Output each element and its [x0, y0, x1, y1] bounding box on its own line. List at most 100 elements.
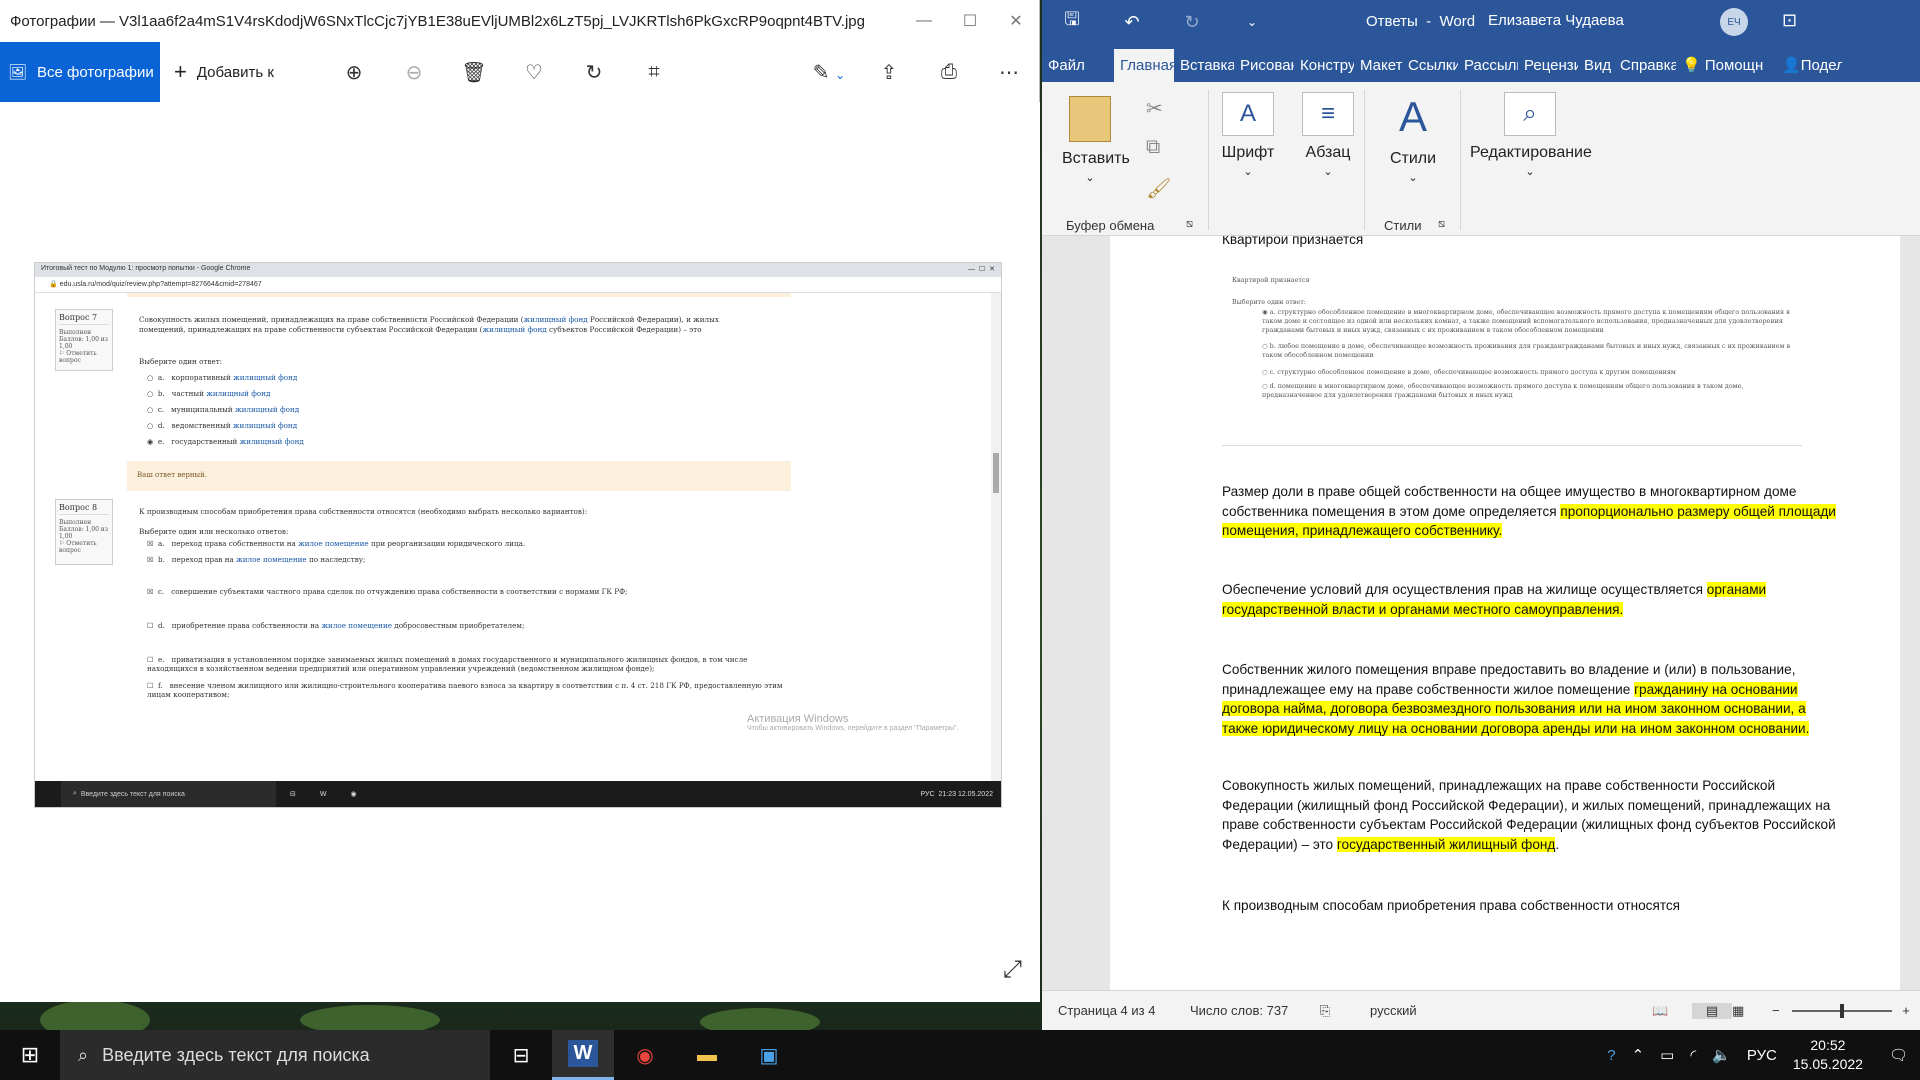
all-photos-button[interactable]: 🖼 Все фотографии: [0, 42, 160, 102]
ribbon-display-icon[interactable]: ⊡: [1782, 10, 1797, 31]
option-checkbox[interactable]: ☒ b. переход прав на жилое помещение по …: [147, 555, 365, 564]
close-icon[interactable]: ✕: [993, 11, 1039, 31]
flag-question[interactable]: ⚐ Отметить вопрос: [59, 350, 109, 364]
chrome-app-icon[interactable]: ◉: [614, 1030, 676, 1080]
option-checkbox[interactable]: ☐ f. внесение членом жилищного или жилищ…: [147, 681, 787, 699]
tab-view[interactable]: Вид: [1578, 57, 1614, 82]
option-checkbox[interactable]: ☐ e. приватизация в установленном порядк…: [147, 655, 787, 673]
paragraph-button[interactable]: ≡ Абзац ⌄: [1298, 92, 1358, 180]
language-indicator[interactable]: русский: [1370, 1003, 1450, 1018]
page-count[interactable]: Страница 4 из 4: [1058, 1003, 1178, 1018]
format-painter-icon[interactable]: 🖌: [1146, 176, 1171, 201]
word-count[interactable]: Число слов: 737: [1190, 1003, 1320, 1018]
clock[interactable]: 20:52 15.05.2022: [1793, 1036, 1863, 1074]
flag-question[interactable]: ⚐ Отметить вопрос: [59, 540, 109, 554]
option-checkbox[interactable]: ☒ a. переход права собственности на жило…: [147, 539, 525, 548]
language-indicator[interactable]: РУС: [1747, 1047, 1777, 1064]
zoom-thumb[interactable]: [1840, 1003, 1844, 1018]
option-radio-selected[interactable]: ◉ e. государственный жилищный фонд: [147, 437, 304, 446]
option-radio[interactable]: ○ b. частный жилищный фонд: [147, 389, 270, 398]
photos-app-icon[interactable]: ▣: [738, 1030, 800, 1080]
watermark-subtitle: Чтобы активировать Windows, перейдите в …: [747, 725, 959, 732]
option-radio[interactable]: ○ d. ведомственный жилищный фонд: [147, 421, 297, 430]
wifi-icon[interactable]: ◜: [1690, 1046, 1696, 1064]
font-button[interactable]: A Шрифт ⌄: [1218, 92, 1278, 180]
proofing-icon[interactable]: ⎘: [1320, 1003, 1370, 1019]
question-status: Выполнен: [59, 519, 92, 526]
windows-start-icon[interactable]: ⊞: [0, 1030, 60, 1080]
tab-file[interactable]: Файл: [1042, 57, 1114, 82]
styles-launcher-icon[interactable]: ⧅: [1438, 218, 1445, 231]
tab-review[interactable]: Рецензи: [1518, 57, 1578, 82]
tab-layout[interactable]: Макет: [1354, 57, 1402, 82]
lightbulb-icon: 💡: [1682, 57, 1701, 74]
option-radio[interactable]: ○ c. муниципальный жилищный фонд: [147, 405, 299, 414]
tab-help[interactable]: Справка: [1614, 57, 1676, 82]
ribbon-tabs: Файл Главная Вставка Рисован Констру Мак…: [1042, 44, 1920, 82]
add-to-label: Добавить к: [196, 63, 274, 81]
read-mode-icon[interactable]: 📖: [1652, 1003, 1692, 1019]
cut-icon[interactable]: ✂: [1146, 96, 1163, 121]
chevron-up-icon[interactable]: ⌃: [1632, 1046, 1645, 1064]
plus-icon: +: [174, 59, 187, 84]
edit-icon[interactable]: ✎ ⌄: [799, 60, 859, 85]
maximize-icon[interactable]: ☐: [947, 11, 993, 31]
editing-button[interactable]: ⌕ Редактирование ⌄: [1470, 92, 1592, 180]
copy-icon[interactable]: ⧉: [1146, 136, 1160, 159]
option-checkbox[interactable]: ☐ d. приобретение права собственности на…: [147, 621, 524, 630]
tab-share[interactable]: 👤Подел: [1776, 56, 1842, 82]
option-checkbox[interactable]: ☒ c. совершение субъектами частного прав…: [147, 587, 627, 596]
web-layout-icon[interactable]: ▦: [1732, 1003, 1772, 1019]
tab-references[interactable]: Ссылки: [1402, 57, 1458, 82]
help-icon[interactable]: ?: [1607, 1047, 1615, 1064]
question-number: Вопрос 7: [59, 313, 109, 325]
print-layout-icon[interactable]: ▤: [1692, 1002, 1732, 1019]
fullscreen-icon[interactable]: ⤢: [1003, 956, 1022, 984]
option-radio[interactable]: ○ a. корпоративный жилищный фонд: [147, 373, 297, 382]
print-icon[interactable]: ⎙: [919, 61, 979, 84]
notifications-icon[interactable]: 🗨: [1889, 1046, 1908, 1064]
avatar[interactable]: ЕЧ: [1720, 8, 1748, 36]
search-placeholder: Введите здесь текст для поиска: [102, 1044, 370, 1065]
tab-mailings[interactable]: Рассылк: [1458, 57, 1518, 82]
tab-draw[interactable]: Рисован: [1234, 57, 1294, 82]
styles-button[interactable]: A Стили ⌄: [1378, 92, 1448, 186]
zoom-in-button[interactable]: +: [1892, 1003, 1920, 1018]
battery-icon[interactable]: ▭: [1660, 1046, 1674, 1064]
add-to-button[interactable]: + Добавить к: [174, 59, 324, 85]
redo-icon[interactable]: ↻: [1162, 12, 1222, 33]
clipboard-launcher-icon[interactable]: ⧅: [1186, 218, 1193, 231]
tab-home[interactable]: Главная: [1114, 49, 1174, 82]
tab-assistant[interactable]: 💡 Помощн: [1676, 56, 1776, 82]
file-explorer-icon[interactable]: ▬: [676, 1030, 738, 1080]
qat-customize-icon[interactable]: ⌄: [1222, 15, 1282, 29]
word-app-icon[interactable]: W: [552, 1030, 614, 1080]
task-view-icon[interactable]: ⊟: [490, 1030, 552, 1080]
crop-icon[interactable]: ⌗: [624, 61, 684, 84]
inner-tray: РУС 21:23 12.05.2022: [920, 790, 993, 798]
user-name[interactable]: Елизавета Чудаева: [1488, 12, 1624, 29]
share-icon[interactable]: ⇪: [859, 60, 919, 85]
taskbar-search[interactable]: ⌕ Введите здесь текст для поиска: [60, 1030, 490, 1080]
paste-button[interactable]: Вставить ⌄: [1062, 96, 1130, 186]
tab-insert[interactable]: Вставка: [1174, 57, 1234, 82]
volume-icon[interactable]: 🔈: [1712, 1046, 1731, 1064]
paragraph-2: Обеспечение условий для осуществления пр…: [1222, 582, 1767, 617]
favorite-icon[interactable]: ♡: [504, 60, 564, 85]
minimize-icon[interactable]: —: [901, 12, 947, 30]
undo-icon[interactable]: ↶: [1102, 12, 1162, 33]
zoom-slider[interactable]: [1792, 1003, 1892, 1018]
more-icon[interactable]: ⋯: [979, 60, 1039, 85]
zoom-out-icon[interactable]: ⊖: [384, 60, 444, 85]
chrome-title: Итоговый тест по Модулю 1: просмотр попы…: [41, 265, 251, 272]
scroll-thumb[interactable]: [993, 453, 999, 493]
rotate-icon[interactable]: ↻: [564, 60, 624, 85]
save-icon[interactable]: 🖫: [1042, 7, 1102, 37]
delete-icon[interactable]: 🗑: [444, 60, 504, 85]
inner-word-icon: W: [319, 790, 327, 798]
page-scrollbar[interactable]: [991, 293, 1001, 783]
zoom-in-icon[interactable]: ⊕: [324, 60, 384, 85]
zoom-out-button[interactable]: −: [1772, 1003, 1792, 1018]
tab-design[interactable]: Констру: [1294, 57, 1354, 82]
system-tray: ? ⌃ ▭ ◜ 🔈 РУС 20:52 15.05.2022 🗨: [1607, 1036, 1920, 1074]
